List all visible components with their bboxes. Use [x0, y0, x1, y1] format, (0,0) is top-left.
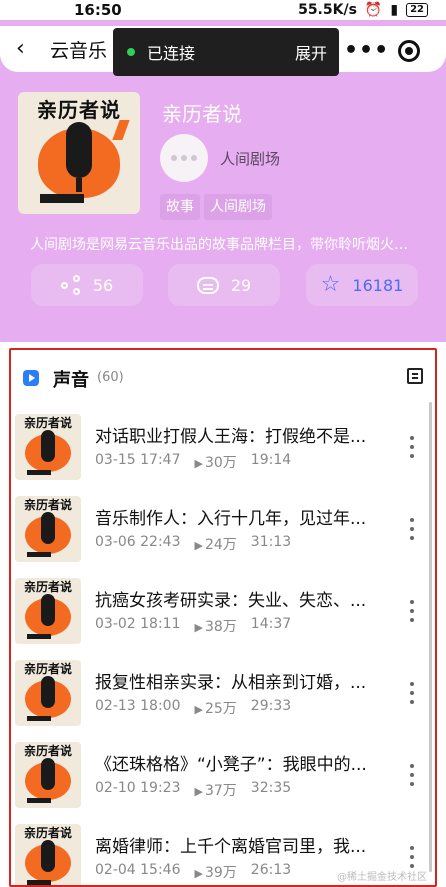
episode-duration: 14:37: [250, 616, 292, 632]
list-item[interactable]: 亲历者说 《还珠格格》“小凳子”：我眼中的... 02-10 19:23 37万…: [11, 740, 421, 822]
status-time: 16:50: [74, 1, 122, 19]
more-vertical-icon[interactable]: [409, 682, 415, 704]
thumb-title: 亲历者说: [23, 826, 72, 840]
episode-plays: 37万: [194, 780, 237, 800]
status-indicators: 55.5K/s ⏰ ▮ 22: [298, 2, 428, 18]
episode-list-panel: 声音 (60) 亲历者说 对话职业打假人王海：打假绝不是... 03-15 17…: [9, 348, 437, 887]
cover-badge: [40, 194, 84, 203]
episode-plays: 38万: [194, 616, 237, 636]
episode-title: 《还珠格格》“小凳子”：我眼中的...: [95, 755, 367, 775]
microphone-icon: [66, 122, 92, 192]
star-icon: ☆: [320, 272, 341, 297]
comment-icon: [196, 276, 219, 294]
episode-meta: 03-15 17:47 30万 19:14: [95, 452, 291, 472]
podcast-header: ‹ 云音乐 已连接 展开 ••• 亲历者说 亲历者说 人间剧场 故事 人间剧场 …: [0, 20, 446, 342]
thumb-title: 亲历者说: [23, 580, 72, 594]
author-avatar[interactable]: [160, 134, 208, 182]
episode-date: 02-04 15:46: [95, 862, 181, 878]
more-vertical-icon[interactable]: [409, 436, 415, 458]
episode-plays: 25万: [194, 698, 237, 718]
list-item[interactable]: 亲历者说 报复性相亲实录：从相亲到订婚，... 02-13 18:00 25万 …: [11, 658, 421, 740]
connection-pill[interactable]: 已连接 展开: [113, 28, 339, 76]
cover-title: 亲历者说: [37, 98, 121, 122]
status-bar: 16:50 55.5K/s ⏰ ▮ 22: [0, 0, 446, 20]
tag-theater[interactable]: 人间剧场: [204, 194, 272, 220]
episode-date: 02-10 19:23: [95, 780, 181, 796]
thumb-title: 亲历者说: [23, 416, 72, 430]
target-icon[interactable]: [398, 40, 420, 62]
play-all-icon[interactable]: [23, 370, 39, 386]
episode-duration: 19:14: [250, 452, 292, 468]
signal-icon: ▮: [390, 2, 399, 18]
episode-meta: 02-04 15:46 39万 26:13: [95, 862, 291, 882]
network-speed: 55.5K/s: [298, 2, 357, 18]
alarm-icon: ⏰: [364, 2, 383, 18]
episode-duration: 31:13: [250, 534, 292, 550]
more-vertical-icon[interactable]: [409, 600, 415, 622]
episode-plays: 30万: [194, 452, 237, 472]
star-count: 16181: [352, 275, 404, 295]
list-item[interactable]: 亲历者说 抗癌女孩考研实录：失业、失恋、... 03-02 18:11 38万 …: [11, 576, 421, 658]
episode-meta: 02-10 19:23 37万 32:35: [95, 780, 291, 800]
more-vertical-icon[interactable]: [409, 846, 415, 868]
episode-plays: 24万: [194, 534, 237, 554]
more-icon[interactable]: •••: [344, 38, 389, 63]
episode-thumbnail: 亲历者说: [15, 660, 81, 726]
episode-title: 抗癌女孩考研实录：失业、失恋、...: [95, 591, 367, 611]
list-item[interactable]: 亲历者说 音乐制作人：入行十几年，见过年... 03-06 22:43 24万 …: [11, 494, 421, 576]
share-count: 56: [92, 275, 114, 295]
episode-thumbnail: 亲历者说: [15, 824, 81, 885]
podcast-cover: 亲历者说: [18, 92, 140, 214]
comment-count: 29: [230, 275, 252, 295]
episode-title: 对话职业打假人王海：打假绝不是...: [95, 427, 367, 447]
episode-title: 报复性相亲实录：从相亲到订婚，...: [95, 673, 367, 693]
episode-title: 离婚律师：上千个离婚官司里，我...: [95, 837, 367, 857]
episode-thumbnail: 亲历者说: [15, 578, 81, 644]
episode-thumbnail: 亲历者说: [15, 414, 81, 480]
thumb-title: 亲历者说: [23, 744, 72, 758]
episode-thumbnail: 亲历者说: [15, 496, 81, 562]
comment-button[interactable]: 29: [168, 264, 280, 306]
episode-meta: 03-06 22:43 24万 31:13: [95, 534, 291, 554]
episode-date: 02-13 18:00: [95, 698, 181, 714]
episode-plays: 39万: [194, 862, 237, 882]
tag-story[interactable]: 故事: [160, 194, 200, 220]
episode-meta: 03-02 18:11 38万 14:37: [95, 616, 291, 636]
thumb-title: 亲历者说: [23, 662, 72, 676]
episode-date: 03-06 22:43: [95, 534, 181, 550]
more-vertical-icon[interactable]: [409, 518, 415, 540]
episode-date: 03-02 18:11: [95, 616, 181, 632]
episode-duration: 26:13: [250, 862, 292, 878]
watermark: @稀土掘金技术社区: [337, 872, 427, 883]
back-icon[interactable]: ‹: [16, 38, 36, 60]
scrollbar-thumb[interactable]: [429, 402, 432, 872]
episode-title: 音乐制作人：入行十几年，见过年...: [95, 509, 367, 529]
battery-icon: 22: [406, 3, 428, 17]
expand-button[interactable]: 展开: [295, 40, 327, 64]
episode-duration: 32:35: [250, 780, 292, 796]
thumb-title: 亲历者说: [23, 498, 72, 512]
episode-count: (60): [97, 370, 124, 385]
episode-date: 03-15 17:47: [95, 452, 181, 468]
more-vertical-icon[interactable]: [409, 764, 415, 786]
podcast-title: 亲历者说: [162, 102, 242, 126]
share-icon: [60, 275, 81, 295]
episode-thumbnail: 亲历者说: [15, 742, 81, 808]
nav-title: 云音乐: [50, 40, 108, 62]
list-select-icon[interactable]: [407, 368, 423, 384]
list-header: 声音 (60): [11, 350, 435, 402]
share-button[interactable]: 56: [31, 264, 143, 306]
scrollbar[interactable]: [429, 402, 433, 882]
connection-dot-icon: [127, 48, 135, 56]
subscribe-button[interactable]: ☆ 16181: [306, 264, 418, 306]
bolt-icon: [112, 120, 130, 140]
section-title: 声音: [53, 370, 89, 391]
episode-duration: 29:33: [250, 698, 292, 714]
connection-status: 已连接: [147, 44, 196, 63]
nav-bar: ‹ 云音乐 已连接 展开 •••: [0, 26, 446, 76]
episode-meta: 02-13 18:00 25万 29:33: [95, 698, 291, 718]
author-name[interactable]: 人间剧场: [220, 148, 280, 169]
podcast-description[interactable]: 人间剧场是网易云音乐出品的故事品牌栏目，带你聆听烟火人...: [30, 234, 416, 254]
list-item[interactable]: 亲历者说 对话职业打假人王海：打假绝不是... 03-15 17:47 30万 …: [11, 412, 421, 494]
